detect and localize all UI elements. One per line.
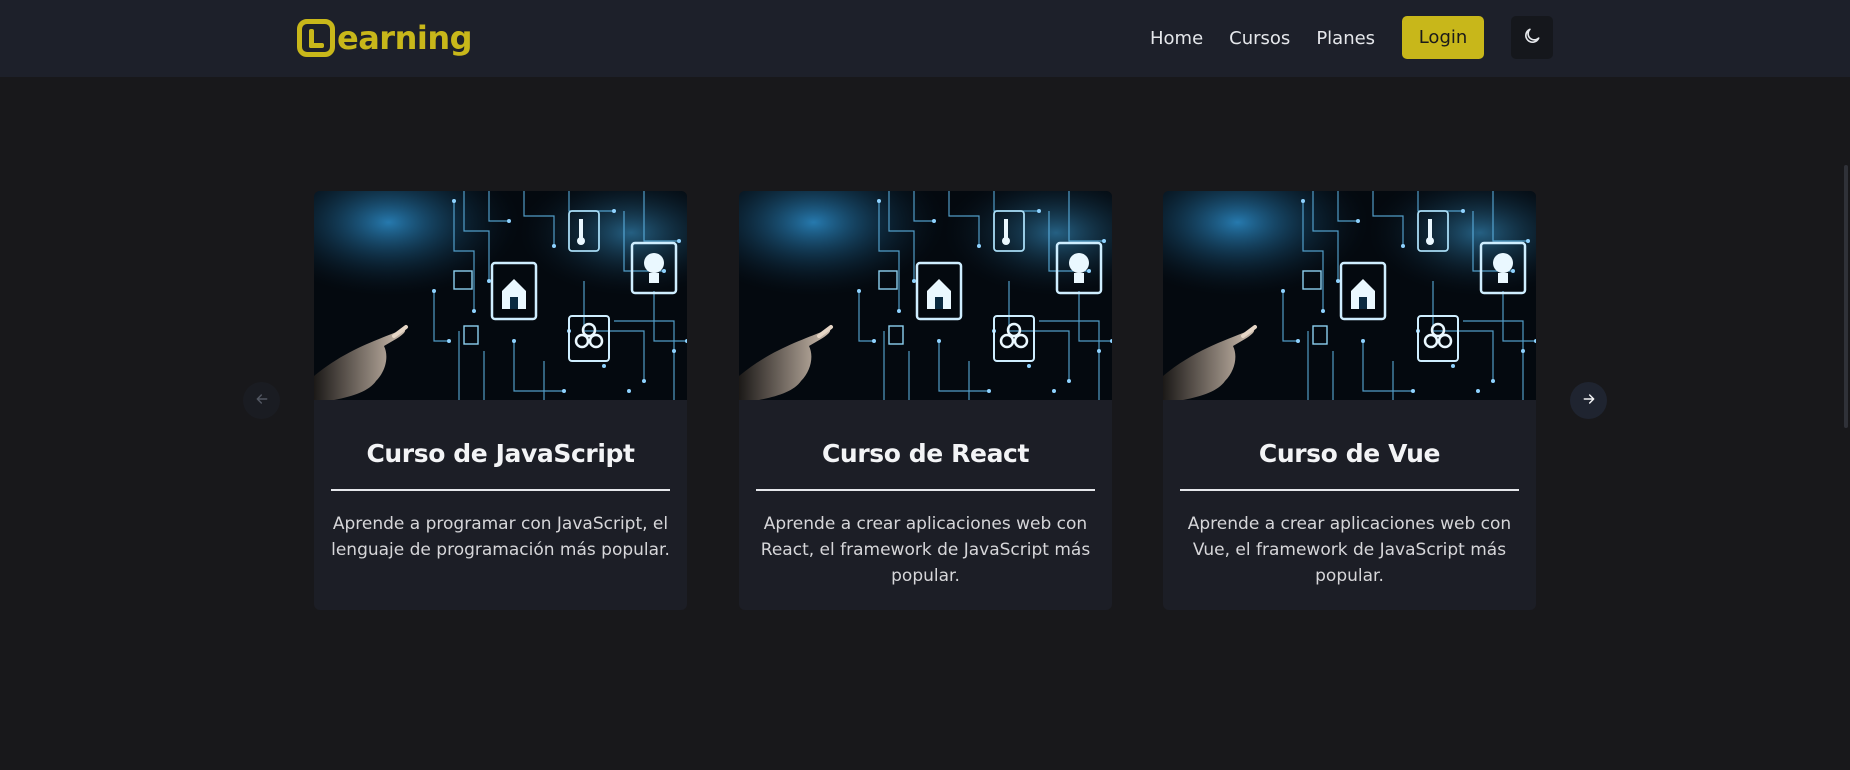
card-image [1163,191,1536,400]
card-divider [331,489,670,491]
card-body: Curso de Vue Aprende a crear aplicacione… [1163,436,1536,589]
card-title: Curso de React [821,439,1030,468]
theme-toggle-button[interactable] [1511,16,1553,59]
course-card-javascript[interactable]: Curso de JavaScript Aprende a programar … [314,191,687,610]
card-body: Curso de React Aprende a crear aplicacio… [739,436,1112,589]
logo-text: earning [337,19,473,57]
logo[interactable]: earning [297,16,473,60]
card-divider [1180,489,1519,491]
carousel-prev-button[interactable] [243,382,280,419]
nav-link-planes[interactable]: Planes [1316,28,1375,49]
nav-link-home[interactable]: Home [1150,28,1203,49]
arrow-left-icon [254,391,270,411]
nav-link-cursos[interactable]: Cursos [1229,28,1290,49]
nav-links: Home Cursos Planes [1150,0,1401,77]
scrollbar[interactable] [1840,77,1850,770]
page: earning Home Cursos Planes Login Curso d… [0,0,1850,770]
carousel-next-button[interactable] [1570,382,1607,419]
login-button[interactable]: Login [1402,16,1484,59]
logo-l-icon [297,19,335,57]
card-title: Curso de Vue [1258,439,1441,468]
card-description: Aprende a crear aplicaciones web con Vue… [1187,514,1512,586]
card-image [314,191,687,400]
card-image [739,191,1112,400]
card-body: Curso de JavaScript Aprende a programar … [314,436,687,563]
moon-icon [1522,26,1542,50]
scrollbar-thumb[interactable] [1844,165,1848,428]
card-description: Aprende a crear aplicaciones web con Rea… [760,514,1091,586]
arrow-right-icon [1581,391,1597,411]
course-card-react[interactable]: Curso de React Aprende a crear aplicacio… [739,191,1112,610]
card-divider [756,489,1095,491]
card-description: Aprende a programar con JavaScript, el l… [331,514,670,560]
card-title: Curso de JavaScript [366,439,635,468]
navbar: earning Home Cursos Planes Login [0,0,1850,77]
course-card-vue[interactable]: Curso de Vue Aprende a crear aplicacione… [1163,191,1536,610]
